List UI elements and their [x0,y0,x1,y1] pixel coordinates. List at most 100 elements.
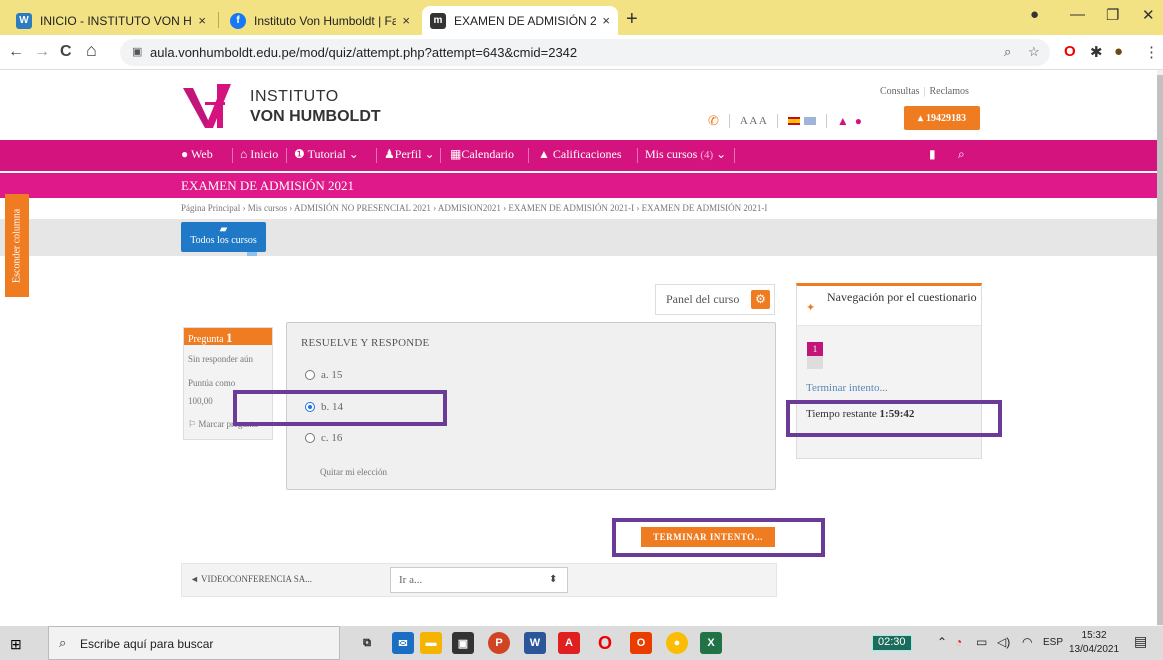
chat-icon[interactable]: ● [855,114,862,129]
back-button[interactable]: ← [8,43,24,61]
opera-extension-icon[interactable]: O [1064,43,1076,60]
user-avatar-icon[interactable]: ● [1114,43,1123,60]
user-icon: ♟ [384,147,395,161]
reload-button[interactable]: C [60,43,72,61]
url-bar[interactable]: ▣ aula.vonhumboldt.edu.pe/mod/quiz/attem… [120,39,1050,66]
all-courses-button[interactable]: ▰ Todos los cursos [181,222,266,256]
powerpoint-icon[interactable]: P [488,632,510,654]
close-tab-icon[interactable]: × [198,13,206,28]
activity-navigation: ◄ VIDEOCONFERENCIA SA... Ir a... ⬍ [181,563,777,597]
system-clock[interactable]: 15:32 13/04/2021 [1069,629,1119,657]
taskbar-search[interactable]: ⌕ Escribe aquí para buscar [48,626,340,660]
user-menu-button[interactable]: ▴ 19429183 [904,106,980,130]
consultas-link[interactable]: Consultas [880,86,919,97]
battery-icon[interactable]: ▭ [976,635,987,649]
task-view-icon[interactable]: ⧉ [356,632,378,654]
humboldt-logo-icon [183,84,231,128]
acrobat-icon[interactable]: A [558,632,580,654]
chrome-icon[interactable]: ● [666,632,688,654]
nav-web[interactable]: ● Web [181,147,213,162]
globe-icon: ● [181,147,189,161]
office-icon[interactable]: O [630,632,652,654]
search-placeholder: Escribe aquí para buscar [80,637,214,651]
option-a[interactable]: a. 15 [305,369,342,381]
store-icon[interactable]: ▣ [452,632,474,654]
user-id: 19429183 [926,112,967,124]
chevron-down-icon: ⌄ [424,147,435,161]
language-indicator[interactable]: ESP [1043,637,1063,648]
gear-icon[interactable]: ⚙ [751,290,770,309]
browser-menu-icon[interactable]: ⋮ [1144,43,1159,61]
breadcrumb[interactable]: Página Principal › Mis cursos › ADMISIÓN… [181,203,767,213]
top-links: Consultas | Reclamos [880,86,969,97]
english-flag-icon[interactable] [803,117,816,125]
search-icon: ⌕ [59,635,67,650]
radio-button[interactable] [305,433,315,443]
new-tab-button[interactable]: + [626,8,638,31]
bookmark-star-icon[interactable]: ☆ [1028,44,1040,60]
taskbar-timer-app[interactable]: 02:30 [872,635,912,651]
tab-examen[interactable]: m EXAMEN DE ADMISIÓN 2021-I × [422,6,618,35]
show-hidden-icons[interactable]: ⌃ [937,635,947,649]
jump-to-select[interactable]: Ir a... ⬍ [390,567,568,593]
maximize-button[interactable]: ❐ [1106,6,1119,24]
forward-button[interactable]: → [34,43,50,61]
bookmark-icon[interactable]: ▮ [929,147,936,162]
page-scrollbar[interactable] [1157,70,1163,626]
pin-icon[interactable]: ✦ [806,301,815,314]
radio-button[interactable] [305,370,315,380]
page-title: EXAMEN DE ADMISIÓN 2021 [181,178,354,193]
tab-title: INICIO - INSTITUTO VON HUMBO [40,13,192,28]
option-c[interactable]: c. 16 [305,432,342,444]
minimize-button[interactable]: — [1070,6,1085,23]
tab-facebook[interactable]: f Instituto Von Humboldt | Facebo × [222,6,418,35]
wifi-icon[interactable]: ◠ [1022,635,1032,649]
windows-start-icon[interactable]: ⊞ [10,636,22,653]
profile-icon[interactable]: ● [1030,6,1039,23]
zoom-icon[interactable]: ⌕ [1004,44,1011,60]
file-explorer-icon[interactable]: ▬ [420,632,442,654]
reclamos-link[interactable]: Reclamos [929,86,968,97]
nav-inicio[interactable]: ⌂ Inicio [240,147,278,162]
question-score: 100,00 [188,396,213,406]
question-text: RESUELVE Y RESPONDE [301,337,430,349]
course-panel-button[interactable]: Panel del curso ⚙ [655,284,775,315]
hide-column-button[interactable]: Esconder columna [5,194,29,297]
word-icon[interactable]: W [524,632,546,654]
tab-inicio[interactable]: W INICIO - INSTITUTO VON HUMBO × [8,6,214,35]
extensions-puzzle-icon[interactable]: ✱ [1090,43,1103,61]
facebook-favicon-icon: f [230,12,246,29]
volume-icon[interactable]: ◁) [997,635,1010,649]
font-size-controls[interactable]: A A A [740,115,767,127]
finish-attempt-link[interactable]: Terminar intento... [806,382,888,394]
highlight-finish-box [612,518,825,557]
phone-icon[interactable]: ✆ [708,113,719,129]
windows-taskbar: ⊞ ⌕ Escribe aquí para buscar ⧉ ✉ ▬ ▣ P W… [0,626,1163,660]
notifications-icon[interactable]: ▤ [1134,633,1147,650]
previous-activity-link[interactable]: ◄ VIDEOCONFERENCIA SA... [190,574,312,584]
url-text[interactable]: aula.vonhumboldt.edu.pe/mod/quiz/attempt… [150,45,577,60]
clear-choice-link[interactable]: Quitar mi elección [320,467,387,477]
nav-tutorial[interactable]: ❶ Tutorial ⌄ [294,147,359,162]
close-tab-icon[interactable]: × [402,13,410,28]
opera-icon[interactable]: O [594,632,616,654]
close-window-button[interactable]: ✕ [1142,6,1155,24]
scrollbar-thumb[interactable] [1157,75,1163,625]
spanish-flag-icon[interactable] [787,117,800,125]
lock-icon: ▣ [132,46,143,58]
mail-icon[interactable]: ✉ [392,632,414,654]
network-warning-icon[interactable]: ◔ [955,635,962,649]
question-nav-button[interactable]: 1 [807,342,823,370]
nav-calificaciones[interactable]: ▲ Calificaciones [538,147,622,162]
home-button[interactable]: ⌂ [86,40,97,61]
bell-icon[interactable]: ▲ [837,114,849,129]
nav-perfil[interactable]: ♟Perfil ⌄ [384,147,435,162]
graduation-cap-icon: ▲ [538,147,550,161]
search-icon[interactable]: ⌕ [958,147,965,162]
nav-calendario[interactable]: ▦Calendario [450,147,514,162]
excel-icon[interactable]: X [700,632,722,654]
calendar-icon: ▦ [450,147,462,161]
close-tab-icon[interactable]: × [602,13,610,28]
logo-line1: INSTITUTO [250,88,339,105]
nav-mis-cursos[interactable]: Mis cursos (4) ⌄ [645,147,726,162]
